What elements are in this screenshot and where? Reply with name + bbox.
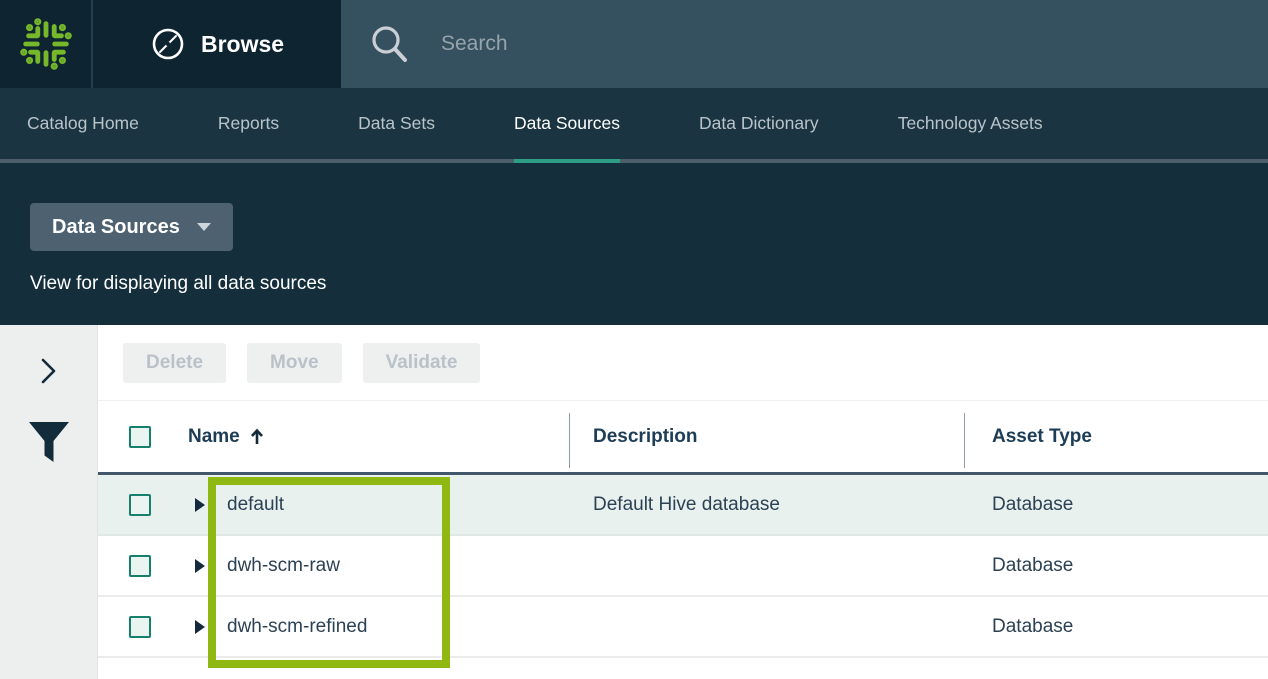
- header-asset-type-column: Asset Type: [964, 401, 1268, 472]
- view-selector-button[interactable]: Data Sources: [30, 203, 233, 251]
- catalog-nav-bar: Catalog Home Reports Data Sets Data Sour…: [0, 88, 1268, 163]
- row-checkbox[interactable]: [129, 494, 151, 516]
- move-button[interactable]: Move: [247, 343, 342, 383]
- description-cell: Default Hive database: [593, 494, 780, 516]
- validate-button[interactable]: Validate: [363, 343, 481, 383]
- expand-caret-icon[interactable]: [195, 620, 205, 634]
- expand-caret-icon[interactable]: [195, 498, 205, 512]
- chevron-down-icon: [197, 223, 211, 231]
- search-input[interactable]: [441, 32, 1041, 56]
- tab-technology-assets[interactable]: Technology Assets: [898, 88, 1043, 159]
- filter-sidebar: [0, 325, 98, 679]
- page-header: Data Sources View for displaying all dat…: [0, 163, 1268, 325]
- top-bar: Browse: [0, 0, 1268, 88]
- browse-menu-button[interactable]: Browse: [91, 0, 341, 88]
- app-logo[interactable]: [0, 0, 91, 88]
- expand-sidebar-button[interactable]: [40, 357, 58, 385]
- data-source-name-link[interactable]: dwh-scm-refined: [227, 616, 367, 638]
- tab-data-dictionary[interactable]: Data Dictionary: [699, 88, 819, 159]
- column-header-asset-type[interactable]: Asset Type: [992, 426, 1092, 448]
- table-row-dwh-scm-raw[interactable]: dwh-scm-raw Database: [98, 536, 1268, 597]
- asset-type-cell: Database: [992, 494, 1073, 516]
- data-source-name-link[interactable]: dwh-scm-raw: [227, 555, 340, 577]
- header-name-column: Name: [98, 401, 569, 472]
- table-header-row: Name Description Asset Type: [98, 401, 1268, 475]
- expand-caret-icon[interactable]: [195, 559, 205, 573]
- column-header-name[interactable]: Name: [188, 426, 264, 448]
- header-description-column: Description: [569, 401, 964, 472]
- sort-ascending-arrow-icon: [250, 428, 264, 446]
- search-icon: [369, 23, 409, 65]
- select-all-checkbox[interactable]: [129, 426, 151, 448]
- tab-catalog-home[interactable]: Catalog Home: [27, 88, 139, 159]
- delete-button[interactable]: Delete: [123, 343, 226, 383]
- global-search-bar[interactable]: [341, 0, 1268, 88]
- filter-funnel-icon[interactable]: [28, 421, 70, 465]
- column-header-description[interactable]: Description: [593, 426, 698, 448]
- table-row-dwh-scm-refined[interactable]: dwh-scm-refined Database: [98, 597, 1268, 658]
- data-sources-panel: Delete Move Validate Name Description: [98, 325, 1268, 679]
- tab-reports[interactable]: Reports: [218, 88, 279, 159]
- data-source-name-link[interactable]: default: [227, 494, 284, 516]
- content-area: Delete Move Validate Name Description: [0, 325, 1268, 679]
- browse-label: Browse: [201, 31, 284, 58]
- view-selector-label: Data Sources: [52, 216, 180, 239]
- table-row-default[interactable]: default Default Hive database Database: [98, 475, 1268, 536]
- tab-data-sets[interactable]: Data Sets: [358, 88, 435, 159]
- row-checkbox[interactable]: [129, 616, 151, 638]
- compass-icon: [150, 26, 186, 62]
- asset-type-cell: Database: [992, 555, 1073, 577]
- alation-logo-icon: [17, 15, 75, 73]
- tab-data-sources[interactable]: Data Sources: [514, 88, 620, 159]
- bulk-actions-toolbar: Delete Move Validate: [98, 325, 1268, 401]
- view-description: View for displaying all data sources: [30, 273, 1238, 295]
- asset-type-cell: Database: [992, 616, 1073, 638]
- row-checkbox[interactable]: [129, 555, 151, 577]
